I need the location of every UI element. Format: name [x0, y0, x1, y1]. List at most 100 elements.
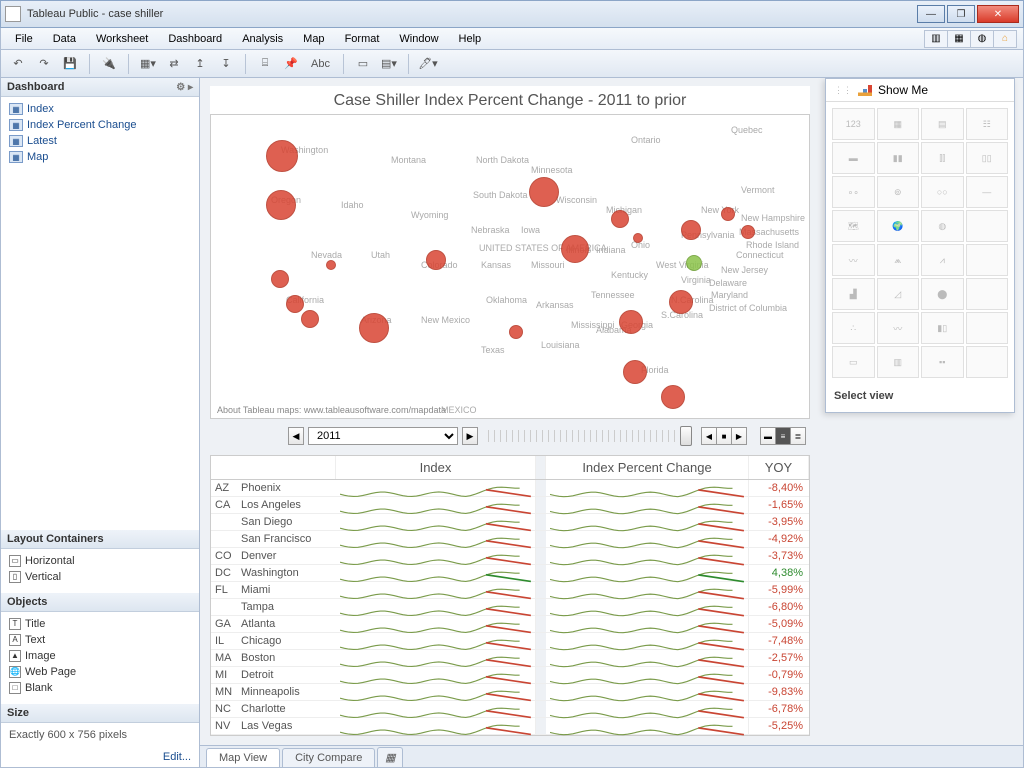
- showme-viz-option[interactable]: —: [966, 176, 1009, 208]
- showme-viz-option[interactable]: ▥: [877, 346, 920, 378]
- map-data-point[interactable]: [359, 313, 389, 343]
- object-blank[interactable]: □Blank: [5, 680, 195, 696]
- showme-viz-option[interactable]: ◍: [921, 210, 964, 242]
- showme-viz-option[interactable]: ⩘: [921, 244, 964, 276]
- dashboard-item[interactable]: ▦Index: [5, 101, 195, 117]
- table-row[interactable]: San Diego-3,95%: [211, 514, 809, 531]
- menu-analysis[interactable]: Analysis: [234, 31, 291, 47]
- year-slider[interactable]: [488, 430, 692, 442]
- view-tab-1[interactable]: ▥: [924, 30, 948, 48]
- dashboard-item[interactable]: ▦Index Percent Change: [5, 117, 195, 133]
- showme-viz-option[interactable]: ▬: [832, 142, 875, 174]
- showme-viz-option[interactable]: ▯▯: [966, 142, 1009, 174]
- table-row[interactable]: Tampa-6,80%: [211, 599, 809, 616]
- map-data-point[interactable]: [271, 270, 289, 288]
- table-row[interactable]: ILChicago-7,48%: [211, 633, 809, 650]
- group-icon[interactable]: ⌸: [254, 53, 276, 75]
- play-fwd-icon[interactable]: ▶: [731, 427, 747, 445]
- showme-viz-option[interactable]: ☷: [966, 108, 1009, 140]
- map-data-point[interactable]: [266, 190, 296, 220]
- year-prev-button[interactable]: ◀: [288, 427, 304, 445]
- showme-viz-option[interactable]: ▭: [832, 346, 875, 378]
- showme-viz-option[interactable]: ⩕: [877, 244, 920, 276]
- map-data-point[interactable]: [266, 140, 298, 172]
- table-row[interactable]: FLMiami-5,99%: [211, 582, 809, 599]
- table-row[interactable]: MNMinneapolis-9,83%: [211, 684, 809, 701]
- presentation-icon[interactable]: ▭: [352, 53, 374, 75]
- showme-viz-option[interactable]: 〰: [832, 244, 875, 276]
- year-next-button[interactable]: ▶: [462, 427, 478, 445]
- object-image[interactable]: ▲Image: [5, 648, 195, 664]
- menu-worksheet[interactable]: Worksheet: [88, 31, 156, 47]
- menu-format[interactable]: Format: [337, 31, 388, 47]
- sort-desc-icon[interactable]: ↧: [215, 53, 237, 75]
- table-row[interactable]: AZPhoenix-8,40%: [211, 480, 809, 497]
- map-data-point[interactable]: [661, 385, 685, 409]
- view-tab-2[interactable]: ▦: [947, 30, 971, 48]
- showme-viz-option[interactable]: ▪▪: [921, 346, 964, 378]
- view-tab-3[interactable]: ◍: [970, 30, 994, 48]
- abc-icon[interactable]: Abc: [306, 53, 335, 75]
- table-row[interactable]: CALos Angeles-1,65%: [211, 497, 809, 514]
- map-data-point[interactable]: [623, 360, 647, 384]
- map-data-point[interactable]: [426, 250, 446, 270]
- showme-viz-option[interactable]: ∘∘: [832, 176, 875, 208]
- showme-viz-option[interactable]: [966, 210, 1009, 242]
- table-row[interactable]: CODenver-3,73%: [211, 548, 809, 565]
- data-grid[interactable]: AZPhoenix-8,40%CALos Angeles-1,65%San Di…: [210, 480, 810, 736]
- showme-viz-option[interactable]: ▤: [921, 108, 964, 140]
- table-row[interactable]: DCWashington4,38%: [211, 565, 809, 582]
- dashboard-item[interactable]: ▦Latest: [5, 133, 195, 149]
- grid-icon[interactable]: ▦▾: [137, 53, 159, 75]
- save-icon[interactable]: 💾: [59, 53, 81, 75]
- table-row[interactable]: MABoston-2,57%: [211, 650, 809, 667]
- slider-thumb[interactable]: [680, 426, 692, 446]
- table-row[interactable]: NVLas Vegas-5,25%: [211, 718, 809, 735]
- table-row[interactable]: San Francisco-4,92%: [211, 531, 809, 548]
- tab-map-view[interactable]: Map View: [206, 748, 280, 767]
- year-select[interactable]: 2011: [308, 427, 458, 445]
- map-data-point[interactable]: [681, 220, 701, 240]
- menu-file[interactable]: File: [7, 31, 41, 47]
- showme-viz-option[interactable]: ⫿⫿: [921, 142, 964, 174]
- map-data-point[interactable]: [286, 295, 304, 313]
- map-data-point[interactable]: [686, 255, 702, 271]
- showme-viz-option[interactable]: [966, 244, 1009, 276]
- pin-icon[interactable]: 📌: [280, 53, 302, 75]
- view-mode-1[interactable]: ▬: [760, 427, 776, 445]
- map-data-point[interactable]: [669, 290, 693, 314]
- menu-window[interactable]: Window: [391, 31, 446, 47]
- size-edit-link[interactable]: Edit...: [1, 747, 199, 767]
- redo-icon[interactable]: ↷: [33, 53, 55, 75]
- showme-viz-option[interactable]: ▮▮: [877, 142, 920, 174]
- showme-viz-option[interactable]: [966, 278, 1009, 310]
- showme-viz-option[interactable]: ▦: [877, 108, 920, 140]
- highlight-icon[interactable]: 🖊▾: [417, 53, 439, 75]
- map-data-point[interactable]: [741, 225, 755, 239]
- drag-handle-icon[interactable]: ⋮⋮: [834, 85, 852, 96]
- showme-viz-option[interactable]: 123: [832, 108, 875, 140]
- menu-data[interactable]: Data: [45, 31, 84, 47]
- menu-dashboard[interactable]: Dashboard: [160, 31, 230, 47]
- showme-viz-option[interactable]: ⬤: [921, 278, 964, 310]
- connect-icon[interactable]: 🔌: [98, 53, 120, 75]
- showme-viz-option[interactable]: ▮▯: [921, 312, 964, 344]
- menu-map[interactable]: Map: [295, 31, 332, 47]
- object-text[interactable]: AText: [5, 632, 195, 648]
- map-data-point[interactable]: [529, 177, 559, 207]
- showme-viz-option[interactable]: ▟: [832, 278, 875, 310]
- play-stop-icon[interactable]: ■: [716, 427, 732, 445]
- tab-city-compare[interactable]: City Compare: [282, 748, 375, 767]
- object-title[interactable]: TTitle: [5, 616, 195, 632]
- tab-new-sheet[interactable]: ▦: [377, 747, 403, 767]
- minimize-button[interactable]: —: [917, 5, 945, 23]
- layout-horizontal[interactable]: ▭Horizontal: [5, 553, 195, 569]
- view-tab-home[interactable]: ⌂: [993, 30, 1017, 48]
- showme-viz-option[interactable]: ⊚: [877, 176, 920, 208]
- play-back-icon[interactable]: ◀: [701, 427, 717, 445]
- table-row[interactable]: MIDetroit-0,79%: [211, 667, 809, 684]
- map-data-point[interactable]: [721, 207, 735, 221]
- table-row[interactable]: GAAtlanta-5,09%: [211, 616, 809, 633]
- showme-viz-option[interactable]: ◿: [877, 278, 920, 310]
- showme-viz-option[interactable]: [966, 346, 1009, 378]
